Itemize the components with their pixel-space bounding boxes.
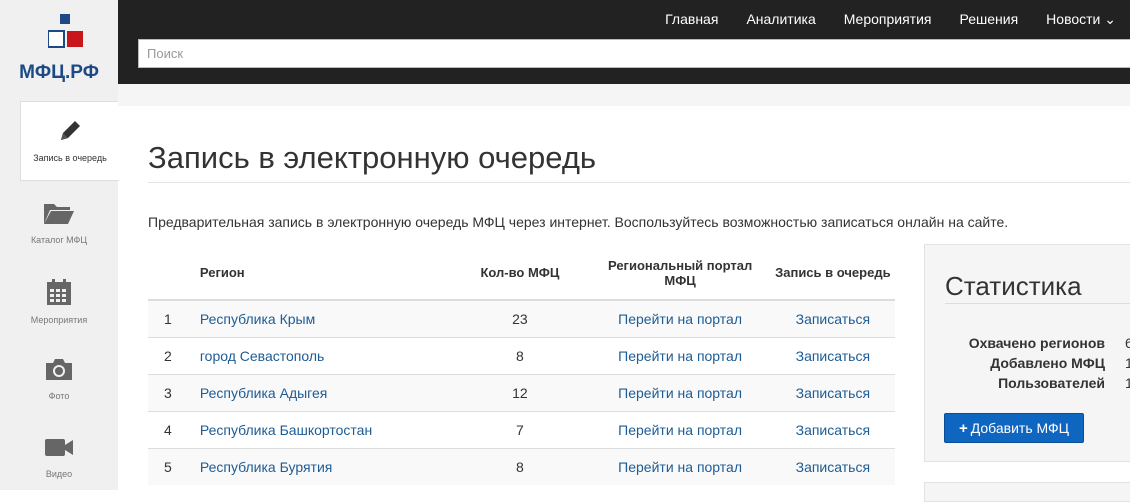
statistics-divider bbox=[945, 303, 1130, 304]
row-num: 1 bbox=[148, 299, 188, 338]
header-num bbox=[148, 246, 188, 301]
row-count: 12 bbox=[450, 374, 590, 412]
stat-label: Добавлено МФЦ bbox=[990, 355, 1105, 371]
sidebar-item-catalog[interactable]: Каталог МФЦ bbox=[0, 184, 118, 262]
nav-item-events[interactable]: Мероприятия bbox=[830, 0, 946, 38]
nav-item-analytics[interactable]: Аналитика bbox=[732, 0, 829, 38]
region-link[interactable]: Республика Бурятия bbox=[200, 459, 332, 475]
intro-text: Предварительная запись в электронную оче… bbox=[148, 214, 1009, 230]
region-link[interactable]: город Севастополь bbox=[200, 348, 324, 364]
signup-link[interactable]: Записаться bbox=[796, 422, 870, 438]
table-header-row: Регион Кол-во МФЦ Региональный портал МФ… bbox=[148, 246, 895, 301]
top-navbar: Главная Аналитика Мероприятия Решения Но… bbox=[118, 0, 1130, 84]
plus-icon: + bbox=[958, 419, 968, 437]
row-count: 8 bbox=[450, 337, 590, 375]
nav-item-solutions[interactable]: Решения bbox=[946, 0, 1033, 38]
calendar-icon bbox=[47, 279, 71, 305]
chevron-down-icon: ⌄ bbox=[1100, 11, 1116, 27]
add-mfc-button[interactable]: + Добавить МФЦ bbox=[944, 413, 1084, 443]
portal-link[interactable]: Перейти на портал bbox=[618, 422, 742, 438]
row-num: 5 bbox=[148, 448, 188, 485]
sidebar-item-video[interactable]: Видео bbox=[0, 418, 118, 496]
stat-label: Охвачено регионов bbox=[968, 335, 1105, 351]
pencil-icon bbox=[61, 121, 80, 140]
stat-value: 6 bbox=[1125, 335, 1130, 351]
stat-label: Пользователей bbox=[998, 375, 1105, 391]
sidebar-item-label: Каталог МФЦ bbox=[30, 235, 88, 245]
logo-text: МФЦ.РФ bbox=[19, 62, 99, 83]
statistics-panel: Статистика Охвачено регионов 6 Добавлено… bbox=[924, 244, 1130, 462]
header-region: Регион bbox=[187, 246, 451, 301]
table-row: 3 Республика Адыгея 12 Перейти на портал… bbox=[148, 374, 895, 412]
signup-link[interactable]: Записаться bbox=[796, 385, 870, 401]
nav-item-news[interactable]: Новости ⌄ bbox=[1032, 0, 1130, 38]
nav-item-home[interactable]: Главная bbox=[651, 0, 732, 38]
sidebar-item-label: Фото bbox=[48, 391, 70, 401]
row-num: 4 bbox=[148, 411, 188, 449]
sidebar: МФЦ.РФ Запись в очередь Каталог МФЦ Меро… bbox=[0, 0, 119, 490]
signup-link[interactable]: Записаться bbox=[796, 348, 870, 364]
folder-icon bbox=[44, 204, 74, 224]
region-link[interactable]: Республика Башкортостан bbox=[200, 422, 372, 438]
subheader-strip bbox=[118, 84, 1130, 106]
sidebar-item-label: Мероприятия bbox=[30, 315, 88, 325]
title-divider bbox=[148, 182, 1130, 183]
signup-link[interactable]: Записаться bbox=[796, 459, 870, 475]
statistics-title: Статистика bbox=[945, 271, 1082, 301]
secondary-panel bbox=[924, 482, 1130, 502]
portal-link[interactable]: Перейти на портал bbox=[618, 385, 742, 401]
table-row: 2 город Севастополь 8 Перейти на портал … bbox=[148, 337, 895, 375]
sidebar-item-label: Запись в очередь bbox=[33, 153, 107, 163]
portal-link[interactable]: Перейти на портал bbox=[618, 311, 742, 327]
logo-icon bbox=[48, 14, 83, 48]
sidebar-item-queue[interactable]: Запись в очередь bbox=[20, 101, 119, 181]
row-num: 3 bbox=[148, 374, 188, 412]
table-row: 1 Республика Крым 23 Перейти на портал З… bbox=[148, 299, 895, 338]
camera-icon bbox=[46, 359, 72, 380]
add-mfc-label: Добавить МФЦ bbox=[970, 420, 1070, 436]
video-camera-icon bbox=[45, 439, 73, 456]
nav-item-label: Новости bbox=[1046, 11, 1101, 27]
header-portal: Региональный портал МФЦ bbox=[589, 246, 771, 301]
stat-value: 1 bbox=[1125, 375, 1130, 391]
row-count: 8 bbox=[450, 448, 590, 485]
row-count: 7 bbox=[450, 411, 590, 449]
header-signup: Запись в очередь bbox=[770, 246, 895, 301]
stat-value: 1 bbox=[1125, 355, 1130, 371]
portal-link[interactable]: Перейти на портал bbox=[618, 348, 742, 364]
main-nav: Главная Аналитика Мероприятия Решения Но… bbox=[651, 0, 1130, 38]
signup-link[interactable]: Записаться bbox=[796, 311, 870, 327]
row-count: 23 bbox=[450, 299, 590, 338]
logo[interactable]: МФЦ.РФ bbox=[0, 0, 118, 98]
region-link[interactable]: Республика Адыгея bbox=[200, 385, 327, 401]
portal-link[interactable]: Перейти на портал bbox=[618, 459, 742, 475]
sidebar-item-events[interactable]: Мероприятия bbox=[0, 262, 118, 340]
table-row: 5 Республика Бурятия 8 Перейти на портал… bbox=[148, 448, 895, 485]
table-row: 4 Республика Башкортостан 7 Перейти на п… bbox=[148, 411, 895, 449]
sidebar-item-photo[interactable]: Фото bbox=[0, 340, 118, 418]
region-link[interactable]: Республика Крым bbox=[200, 311, 315, 327]
sidebar-item-label: Видео bbox=[45, 469, 73, 479]
search-input[interactable] bbox=[138, 39, 1130, 68]
page-title: Запись в электронную очередь bbox=[148, 140, 597, 175]
regions-table: Регион Кол-во МФЦ Региональный портал МФ… bbox=[148, 246, 895, 485]
header-count: Кол-во МФЦ bbox=[450, 246, 590, 301]
row-num: 2 bbox=[148, 337, 188, 375]
